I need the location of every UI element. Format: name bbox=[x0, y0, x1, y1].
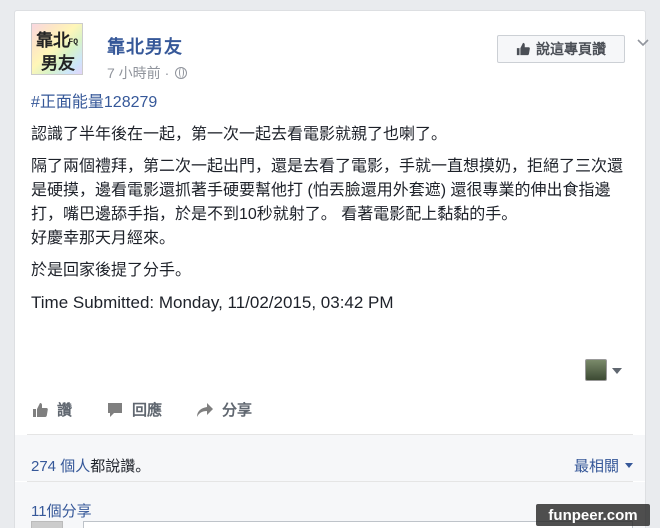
post-header: 靠北 FQ 男友 靠北男友 7 小時前 · 說這專頁讚 bbox=[31, 23, 649, 81]
post-paragraph-1: 認識了半年後在一起，第一次一起去看電影就親了也喇了。 bbox=[31, 126, 448, 143]
post-meta: 7 小時前 · bbox=[107, 63, 188, 83]
avatar-text-bottom: 男友 bbox=[41, 54, 75, 74]
globe-icon bbox=[175, 67, 188, 79]
chevron-down-icon[interactable] bbox=[635, 35, 651, 51]
like-page-label: 說這專頁讚 bbox=[536, 41, 606, 57]
action-bar: 讚 回應 分享 bbox=[31, 399, 286, 420]
post-paragraph-2: 隔了兩個禮拜，第二次一起出門，還是去看了電影，手就一直想摸奶，拒絕了三次還是硬摸… bbox=[31, 158, 624, 247]
likes-count[interactable]: 274 個人都說讚。 bbox=[31, 455, 150, 476]
like-page-button[interactable]: 說這專頁讚 bbox=[497, 35, 625, 63]
like-label: 讚 bbox=[57, 402, 73, 419]
avatar-badge: FQ bbox=[68, 38, 78, 47]
hashtag-link[interactable]: #正面能量128279 bbox=[31, 91, 631, 115]
comment-label: 回應 bbox=[132, 402, 163, 419]
share-button[interactable]: 分享 bbox=[196, 399, 252, 420]
thumbs-up-icon bbox=[516, 42, 530, 56]
share-icon bbox=[197, 402, 214, 417]
commenter-avatar bbox=[31, 521, 63, 528]
page-name-link[interactable]: 靠北男友 bbox=[107, 33, 183, 59]
likes-count-suffix: 都說讚。 bbox=[90, 458, 151, 475]
caret-down-icon[interactable] bbox=[612, 368, 622, 374]
likes-summary: 274 個人都說讚。 最相關 bbox=[15, 435, 645, 481]
sort-label: 最相關 bbox=[573, 458, 619, 475]
time-submitted: Time Submitted: Monday, 11/02/2015, 03:4… bbox=[31, 293, 394, 312]
like-icon bbox=[33, 402, 48, 417]
likes-count-number[interactable]: 274 個人 bbox=[31, 458, 90, 475]
shares-count[interactable]: 11個分享 bbox=[31, 500, 92, 521]
sort-caret-icon bbox=[625, 463, 633, 468]
comment-icon bbox=[108, 402, 123, 417]
post-card: 靠北 FQ 男友 靠北男友 7 小時前 · 說這專頁讚 #正面能量128279 … bbox=[14, 10, 649, 528]
post-body: #正面能量128279 認識了半年後在一起，第一次一起去看電影就親了也喇了。 隔… bbox=[31, 91, 631, 315]
share-label: 分享 bbox=[222, 402, 253, 419]
watermark: funpeer.com bbox=[536, 504, 650, 526]
avatar-text-top: 靠北 bbox=[36, 31, 70, 51]
like-button[interactable]: 讚 bbox=[31, 399, 72, 420]
page-avatar[interactable]: 靠北 FQ 男友 bbox=[31, 23, 83, 75]
sort-dropdown[interactable]: 最相關 bbox=[574, 455, 633, 476]
post-timestamp[interactable]: 7 小時前 · bbox=[107, 63, 169, 83]
comment-button[interactable]: 回應 bbox=[106, 399, 162, 420]
post-paragraph-3: 於是回家後提了分手。 bbox=[31, 262, 192, 279]
viewer-avatar[interactable] bbox=[585, 359, 607, 381]
